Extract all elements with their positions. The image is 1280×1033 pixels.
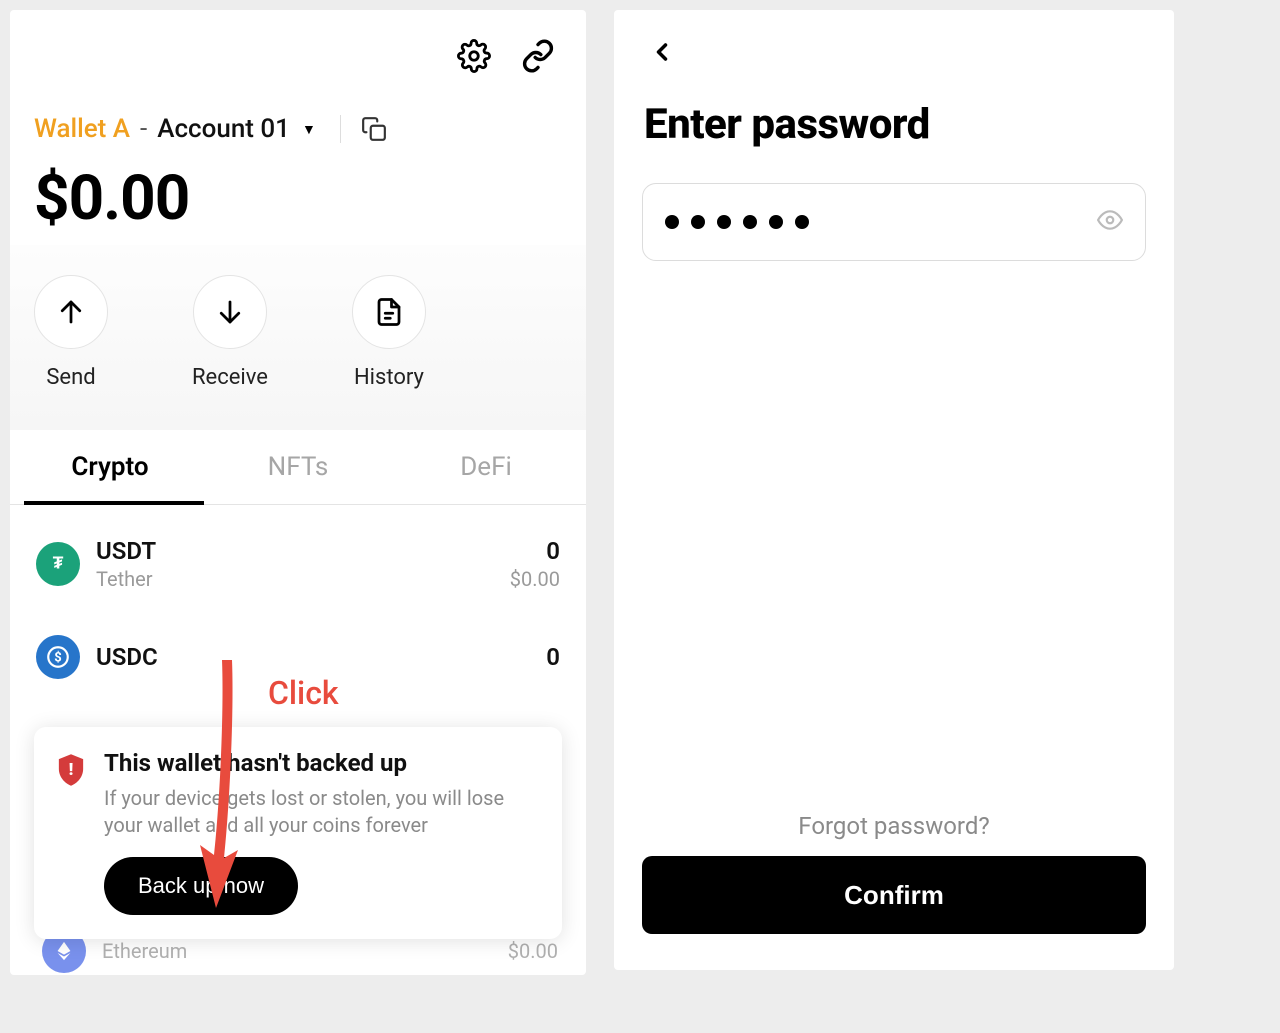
coin-name: Ethereum bbox=[102, 939, 187, 963]
arrow-up-icon bbox=[56, 297, 86, 327]
coin-amount: 0 bbox=[546, 643, 560, 671]
copy-address-button[interactable] bbox=[359, 114, 389, 144]
backup-title: This wallet hasn't backed up bbox=[104, 749, 540, 777]
backup-now-button[interactable]: Back up now bbox=[104, 857, 298, 915]
settings-button[interactable] bbox=[456, 38, 492, 74]
account-selector[interactable]: Wallet A - Account 01 ▼ bbox=[10, 84, 586, 144]
history-label: History bbox=[354, 365, 424, 390]
password-input[interactable] bbox=[642, 183, 1146, 261]
coin-symbol: USDT bbox=[96, 537, 494, 565]
receive-label: Receive bbox=[192, 365, 268, 390]
history-button[interactable]: History bbox=[352, 275, 426, 390]
coin-row-usdc[interactable]: $ USDC 0 bbox=[30, 613, 566, 701]
asset-tabs: Crypto NFTs DeFi bbox=[10, 430, 586, 505]
warning-shield-icon: ! bbox=[56, 753, 86, 787]
back-button[interactable] bbox=[642, 32, 682, 72]
coin-list: ₮ USDT Tether 0 $0.00 $ USDC bbox=[10, 505, 586, 701]
backup-description: If your device gets lost or stolen, you … bbox=[104, 785, 540, 839]
coin-usd: $0.00 bbox=[510, 567, 560, 591]
tab-nfts[interactable]: NFTs bbox=[204, 430, 392, 504]
tab-crypto[interactable]: Crypto bbox=[16, 430, 204, 504]
password-masked-dots bbox=[665, 215, 1085, 229]
coin-row-usdt[interactable]: ₮ USDT Tether 0 $0.00 bbox=[30, 515, 566, 613]
coin-amount: 0 bbox=[510, 537, 560, 565]
arrow-down-icon bbox=[215, 297, 245, 327]
usdc-icon: $ bbox=[36, 635, 80, 679]
page-title: Enter password bbox=[614, 72, 1174, 149]
tab-defi[interactable]: DeFi bbox=[392, 430, 580, 504]
topbar bbox=[10, 10, 586, 84]
send-label: Send bbox=[46, 365, 95, 390]
send-button[interactable]: Send bbox=[34, 275, 108, 390]
svg-text:₮: ₮ bbox=[53, 553, 64, 573]
coin-name: Tether bbox=[96, 567, 494, 591]
usdt-icon: ₮ bbox=[36, 542, 80, 586]
total-balance: $0.00 bbox=[10, 144, 586, 245]
vertical-divider bbox=[340, 115, 341, 143]
history-icon bbox=[374, 297, 404, 327]
coin-usd: $0.00 bbox=[508, 939, 558, 963]
receive-button[interactable]: Receive bbox=[192, 275, 268, 390]
copy-icon bbox=[361, 116, 387, 142]
eye-icon bbox=[1097, 207, 1123, 233]
toggle-password-visibility-button[interactable] bbox=[1097, 207, 1123, 237]
svg-text:!: ! bbox=[69, 760, 74, 780]
connect-button[interactable] bbox=[520, 38, 556, 74]
wallet-name: Wallet A bbox=[34, 114, 130, 144]
gear-icon bbox=[457, 39, 491, 73]
link-icon bbox=[521, 39, 555, 73]
chevron-down-icon: ▼ bbox=[302, 121, 316, 138]
confirm-button[interactable]: Confirm bbox=[642, 856, 1146, 934]
chevron-left-icon bbox=[648, 38, 676, 66]
svg-text:$: $ bbox=[54, 650, 61, 665]
backup-warning-card: ! This wallet hasn't backed up If your d… bbox=[34, 727, 562, 939]
wallet-home-screen: Wallet A - Account 01 ▼ $0.00 Send bbox=[10, 10, 586, 975]
account-name: Account 01 bbox=[157, 114, 290, 144]
coin-symbol: USDC bbox=[96, 643, 530, 671]
enter-password-screen: Enter password Forgot password? Confirm bbox=[614, 10, 1174, 970]
forgot-password-link[interactable]: Forgot password? bbox=[798, 812, 989, 840]
separator-dash: - bbox=[140, 114, 147, 144]
action-bar: Send Receive History bbox=[10, 245, 586, 430]
